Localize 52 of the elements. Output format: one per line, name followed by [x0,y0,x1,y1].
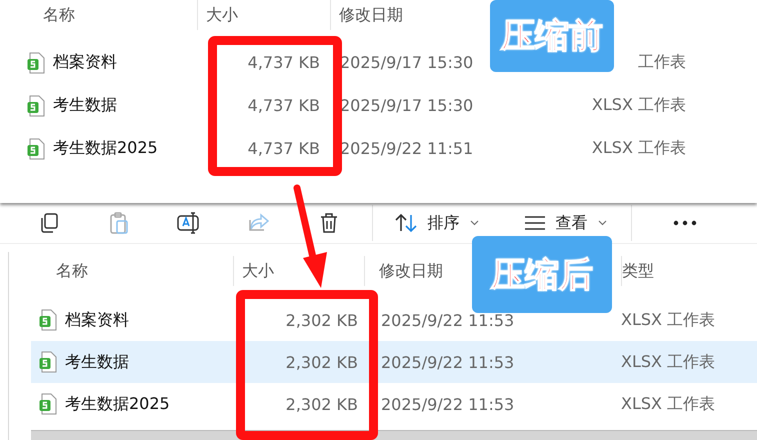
column-header[interactable]: 修改日期 [379,260,443,282]
column-header[interactable]: 修改日期 [339,4,403,26]
file-row[interactable]: 考生数据 2,302 KB 2025/9/22 11:53 XLSX 工作表 [31,341,757,383]
file-type: XLSX 工作表 [621,394,716,414]
column-header[interactable]: 大小 [242,260,274,282]
file-size: 4,737 KB [246,96,321,115]
rename-icon [176,211,202,235]
file-type: XLSX 工作表 [590,95,686,116]
lines-icon [524,215,546,231]
column-header[interactable]: 大小 [206,4,238,26]
clipboard-icon [108,211,130,235]
spreadsheet-file-icon [27,94,45,116]
annotation-label: 压缩前 [490,0,614,72]
file-size: 2,302 KB [284,310,359,330]
file-size: 4,737 KB [246,139,321,158]
file-size: 2,302 KB [284,394,359,414]
share-icon [247,212,271,234]
trash-icon [319,212,339,234]
sort-icon [394,213,418,233]
modified-date: 2025/9/22 11:53 [380,352,516,372]
file-type: XLSX 工作表 [590,138,686,159]
spreadsheet-file-icon [39,309,57,331]
modified-date: 2025/9/22 11:53 [380,394,516,414]
spreadsheet-file-icon [27,138,45,160]
modified-date: 2025/9/17 15:30 [339,53,474,72]
file-type: 工作表 [637,52,686,73]
column-header[interactable]: 名称 [56,260,88,282]
modified-date: 2025/9/22 11:51 [339,139,474,158]
modified-date: 2025/9/22 11:53 [380,310,516,330]
file-type: XLSX 工作表 [621,310,716,330]
file-name: 档案资料 [53,52,117,73]
column-header[interactable]: 类型 [622,260,654,282]
file-row[interactable]: 考生数据2025 2,302 KB 2025/9/22 11:53 XLSX 工作表 [31,383,757,425]
modified-date: 2025/9/17 15:30 [339,96,474,115]
file-name: 考生数据 [65,352,129,372]
file-name: 考生数据 [53,95,117,116]
spreadsheet-file-icon [27,52,45,74]
spreadsheet-file-icon [39,351,57,373]
chevron-down-icon [470,220,478,226]
spreadsheet-file-icon [39,393,57,415]
file-row[interactable]: 考生数据2025 4,737 KB 2025/9/22 11:51 XLSX 工作表 [0,127,757,170]
file-name: 档案资料 [65,310,129,330]
file-row[interactable]: 考生数据 4,737 KB 2025/9/17 15:30 XLSX 工作表 [0,84,757,127]
chevron-down-icon [598,220,606,226]
file-name: 考生数据2025 [53,138,158,159]
annotation-label: 压缩后 [472,236,612,313]
file-type: XLSX 工作表 [621,352,716,372]
file-size: 4,737 KB [246,53,321,72]
column-header[interactable]: 名称 [43,4,75,26]
more-icon [673,220,697,226]
file-name: 考生数据2025 [65,394,170,414]
file-size: 2,302 KB [284,352,359,372]
